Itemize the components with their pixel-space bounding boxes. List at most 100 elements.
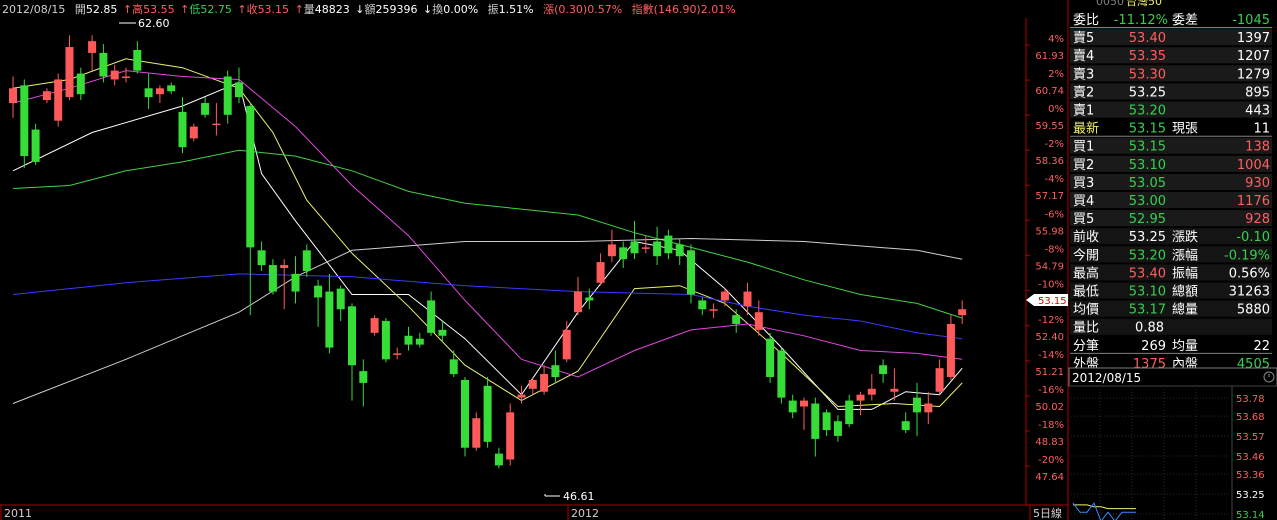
percent-tick-label: -8% (1045, 244, 1064, 255)
bid-level-label: 買2 (1073, 158, 1094, 173)
price-tick-label: 48.83 (1035, 437, 1064, 448)
stat-value: 53.10 (1129, 285, 1166, 300)
vol-ratio-value: 0.88 (1135, 321, 1164, 336)
mini-price-tick: 53.68 (1236, 412, 1265, 423)
avg-vol-label: 均量 (1172, 339, 1198, 354)
stat-value: 31263 (1229, 285, 1270, 300)
info-vol-label: 量 (304, 3, 315, 16)
trades-row: 分筆 269 均量 22 (1070, 339, 1272, 354)
time-label-2011: 2011 (4, 507, 32, 520)
ask-volume: 1279 (1237, 67, 1270, 82)
stat-value: 53.20 (1129, 248, 1166, 263)
bid-price: 53.00 (1129, 194, 1166, 209)
diff-value: -1045 (1232, 13, 1270, 28)
mini-price-tick: 53.14 (1236, 510, 1265, 520)
mini-price-line (1072, 502, 1136, 520)
percent-tick-label: -6% (1045, 209, 1064, 220)
stat-value: -0.19% (1224, 248, 1270, 263)
last-vol: 11 (1253, 122, 1270, 137)
down-arrow-icon: ↓ (355, 3, 364, 16)
bid-row: 買1 53.15 138 (1070, 137, 1272, 155)
percent-tick-label: -10% (1038, 279, 1064, 290)
mini-price-tick: 53.25 (1236, 490, 1265, 501)
stat-value: 53.17 (1129, 303, 1166, 318)
last-trade-row: 最新 53.15 現張 11 (1070, 121, 1272, 137)
info-open: 52.85 (86, 3, 118, 16)
ask-price: 53.35 (1129, 49, 1166, 64)
stock-chart-window: 4% 61.93 2% 60.74 0% 59.55 -2% 58.36 -4% 57.17 -6%… (0, 0, 1277, 520)
ratio-value: -11.12% (1114, 13, 1168, 28)
bid-volume: 928 (1245, 212, 1270, 227)
info-amplitude: 1.51% (499, 3, 534, 16)
ma5-label[interactable]: 5日線 (1033, 506, 1062, 520)
price-tick-label: 54.79 (1035, 261, 1064, 272)
stat-row: 前收 53.25 漲跌 -0.10 (1070, 228, 1272, 245)
bid-level-label: 買5 (1073, 212, 1094, 227)
ask-price: 53.20 (1129, 104, 1166, 119)
bid-volume: 930 (1245, 176, 1270, 191)
percent-tick-label: -4% (1045, 174, 1064, 185)
bid-price: 53.10 (1129, 158, 1166, 173)
mini-price-tick: 53.46 (1236, 452, 1265, 463)
avg-vol-value: 22 (1253, 339, 1270, 354)
bid-price: 52.95 (1129, 212, 1166, 227)
percent-tick-label: -2% (1045, 139, 1064, 150)
time-label-2012: 2012 (571, 507, 599, 520)
percent-tick-label: -16% (1038, 385, 1064, 396)
stat-label: 漲幅 (1172, 248, 1198, 263)
info-high-label: 高 (132, 2, 143, 16)
info-turnover: 0.00% (443, 3, 478, 16)
quote-panel: 委比 -11.12% 委差 -1045賣5 53.40 1397賣4 53.35 1207賣3… (1070, 13, 1272, 372)
info-high: 53.55 (143, 3, 175, 16)
ask-level-label: 賣3 (1073, 67, 1094, 82)
stat-label: 總量 (1172, 302, 1198, 318)
candle (483, 377, 492, 448)
stat-label: 前收 (1073, 229, 1099, 245)
percent-tick-label: -12% (1038, 315, 1064, 326)
stat-row: 均價 53.17 總量 5880 (1070, 300, 1272, 318)
last-vol-label: 現張 (1172, 122, 1198, 137)
stat-row: 最高 53.40 振幅 0.56% (1070, 264, 1272, 281)
mini-chart-lines (1072, 502, 1136, 520)
info-change-label: 漲(0.30) (543, 3, 587, 16)
percent-tick-label: -20% (1038, 455, 1064, 466)
candle (506, 403, 515, 466)
bid-level-label: 買4 (1073, 194, 1094, 209)
ask-volume: 1397 (1237, 31, 1270, 46)
trades-value: 269 (1141, 339, 1166, 354)
stat-label: 最低 (1073, 285, 1099, 300)
up-arrow-icon: ↑ (237, 3, 246, 16)
bid-row: 買3 53.05 930 (1070, 173, 1272, 191)
bid-row: 買4 53.00 1176 (1070, 192, 1272, 209)
last-price: 53.15 (1129, 122, 1166, 137)
candle (31, 123, 40, 165)
vol-ratio-row: 量比 0.88 (1070, 318, 1272, 336)
mini-avg-line (1073, 504, 1136, 510)
mini-intraday-chart[interactable]: 2012/08/15 53.78 53.68 53.57 53.46 53.36 53.2… (1068, 367, 1277, 520)
stock-code: 0050 (1096, 0, 1124, 8)
up-arrow-icon: ↑ (295, 3, 304, 16)
trades-label: 分筆 (1073, 339, 1099, 354)
bid-level-label: 買1 (1073, 140, 1094, 155)
price-tick-label: 55.98 (1035, 226, 1064, 237)
price-tick-label: 59.55 (1035, 121, 1064, 132)
stat-value: 53.25 (1129, 230, 1166, 245)
candle (54, 73, 63, 127)
percent-tick-label: 2% (1048, 69, 1064, 80)
info-amount-label: 額 (365, 3, 376, 16)
ask-level-label: 賣1 (1073, 104, 1094, 119)
max-label: 62.60 (138, 17, 170, 30)
info-amount: 259396 (376, 3, 418, 16)
bid-level-label: 買3 (1073, 176, 1094, 191)
stat-label: 振幅 (1172, 266, 1198, 281)
price-tick-label: 50.02 (1035, 402, 1064, 413)
stat-label: 今開 (1073, 247, 1099, 263)
stat-row: 今開 53.20 漲幅 -0.19% (1070, 246, 1272, 263)
ask-row: 賣5 53.40 1397 (1070, 29, 1272, 46)
vol-ratio-label: 量比 (1073, 321, 1099, 336)
ask-level-label: 賣2 (1073, 85, 1094, 100)
current-price-label: 53.15 (1038, 296, 1067, 307)
stat-value: 53.40 (1129, 266, 1166, 281)
stat-value: 5880 (1237, 303, 1270, 318)
bid-volume: 1004 (1237, 158, 1270, 173)
